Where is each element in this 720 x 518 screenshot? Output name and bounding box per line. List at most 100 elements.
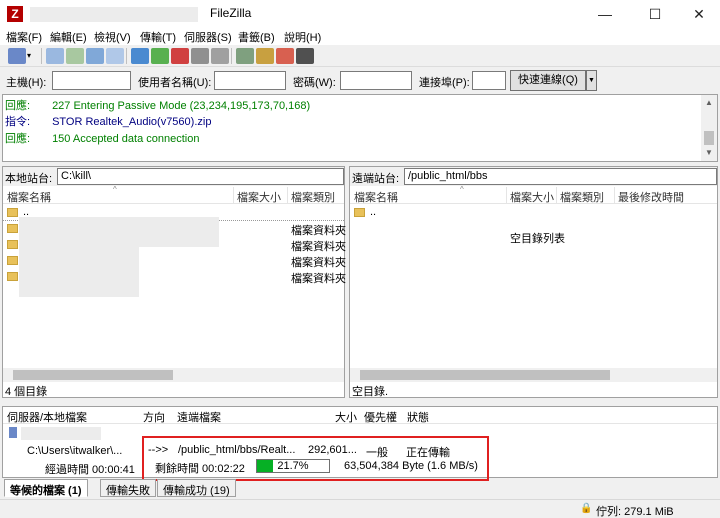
host-input[interactable] [52, 71, 131, 90]
menu-bookmarks[interactable]: 書籤(B) [238, 29, 275, 45]
redacted-names [19, 217, 219, 247]
local-site-bar: 本地站台: C:\kill\ [3, 167, 344, 186]
queue-col-priority[interactable]: 優先權 [364, 409, 397, 425]
parent-dir: .. [370, 206, 377, 218]
remote-hscroll-thumb[interactable] [360, 370, 610, 380]
log-line: 回應: 150 Accepted data connection [5, 130, 199, 145]
queue-col-server[interactable]: 伺服器/本地檔案 [7, 409, 87, 425]
scroll-up-icon[interactable]: ▲ [701, 95, 717, 111]
queue-col-direction[interactable]: 方向 [143, 409, 165, 425]
log-type: 回應: [5, 133, 31, 145]
server-icon [9, 427, 17, 438]
toggle-queue-icon[interactable] [106, 48, 124, 64]
log-message: STOR Realtek_Audio(v7560).zip [52, 116, 212, 128]
sort-caret-icon: ^ [113, 185, 117, 194]
local-path-input[interactable]: C:\kill\ [57, 168, 344, 185]
minimize-button[interactable]: — [582, 0, 628, 28]
disconnect-icon[interactable] [191, 48, 209, 64]
quickconnect-dropdown-icon[interactable]: ▼ [586, 70, 597, 91]
log-line: 回應: 227 Entering Passive Mode (23,234,19… [5, 97, 310, 112]
local-col-size[interactable]: 檔案大小 [237, 189, 281, 205]
remote-pane: 遠端站台: /public_html/bbs 檔案名稱 ^ 檔案大小 檔案類別 … [349, 166, 718, 398]
port-label: 連接埠(P): [419, 77, 470, 89]
queue-priority: 一般 [366, 447, 388, 459]
empty-list-message: 空目錄列表 [510, 233, 565, 245]
remote-hscrollbar[interactable] [350, 368, 717, 382]
queue-direction: -->> [148, 444, 169, 456]
local-pane: 本地站台: C:\kill\ 檔案名稱 ^ 檔案大小 檔案類別 .. 檔案資料夾… [2, 166, 346, 398]
password-input[interactable] [340, 71, 412, 90]
redacted-server [21, 427, 101, 440]
port-input[interactable] [472, 71, 506, 90]
folder-icon [7, 240, 18, 249]
reconnect-icon[interactable] [211, 48, 229, 64]
tab-failed-transfers[interactable]: 傳輸失敗 [100, 479, 156, 497]
message-log: 回應: 227 Entering Passive Mode (23,234,19… [2, 94, 718, 162]
queue-size-status: 佇列: 279.1 MiB [596, 506, 674, 518]
directory-comparison-icon[interactable] [236, 48, 254, 64]
toggle-log-icon[interactable] [46, 48, 64, 64]
remote-col-modified[interactable]: 最後修改時間 [618, 189, 684, 205]
refresh-icon[interactable] [131, 48, 149, 64]
lock-icon: 🔒 [580, 503, 593, 514]
log-type: 回應: [5, 100, 31, 112]
username-input[interactable] [214, 71, 286, 90]
remote-col-type[interactable]: 檔案類別 [560, 189, 604, 205]
filter-icon[interactable] [276, 48, 294, 64]
log-scrollbar[interactable]: ▲ ▼ [701, 95, 717, 161]
password-label: 密碼(W): [293, 77, 336, 89]
local-status: 4 個目錄 [5, 386, 48, 398]
menu-transfer[interactable]: 傳輸(T) [140, 29, 176, 45]
process-queue-icon[interactable] [151, 48, 169, 64]
list-item[interactable]: .. [350, 205, 717, 221]
local-site-label: 本地站台: [5, 173, 53, 185]
site-manager-icon[interactable] [8, 48, 26, 64]
toggle-remote-tree-icon[interactable] [86, 48, 104, 64]
redacted-names [19, 247, 139, 297]
remote-col-size[interactable]: 檔案大小 [510, 189, 554, 205]
queue-col-status[interactable]: 狀態 [407, 409, 429, 425]
close-button[interactable]: ✕ [676, 0, 720, 28]
queue-col-size[interactable]: 大小 [335, 409, 357, 425]
log-type: 指令: [5, 116, 31, 128]
title-bar: Z FileZilla — ☐ ✕ [0, 0, 720, 28]
remote-status: 空目錄. [352, 386, 389, 398]
tab-successful-transfers[interactable]: 傳輸成功 (19) [157, 479, 236, 497]
site-manager-dropdown-icon[interactable]: ▾ [27, 48, 37, 64]
queue-bytes: 63,504,384 Byte (1.6 MB/s) [344, 460, 478, 472]
window-title: FileZilla [210, 6, 252, 20]
local-hscrollbar[interactable] [3, 368, 344, 382]
queue-size: 292,601... [308, 444, 357, 456]
log-scroll-thumb[interactable] [704, 131, 714, 145]
queue-status: 正在傳輸 [406, 447, 450, 459]
quickconnect-button[interactable]: 快速連線(Q) [510, 70, 586, 91]
log-message: 227 Entering Passive Mode (23,234,195,17… [52, 100, 311, 112]
maximize-button[interactable]: ☐ [632, 0, 678, 28]
folder-icon [7, 256, 18, 265]
remote-column-header: 檔案名稱 ^ 檔案大小 檔案類別 最後修改時間 [350, 185, 717, 205]
cancel-operation-icon[interactable] [171, 48, 189, 64]
menu-file[interactable]: 檔案(F) [6, 29, 42, 45]
search-icon[interactable] [296, 48, 314, 64]
menu-view[interactable]: 檢視(V) [94, 29, 131, 45]
transfer-progress-bar: 21.7% [256, 459, 330, 473]
local-hscroll-thumb[interactable] [13, 370, 173, 380]
remote-path-input[interactable]: /public_html/bbs [404, 168, 717, 185]
scroll-down-icon[interactable]: ▼ [701, 145, 717, 161]
file-type: 檔案資料夾 [291, 241, 346, 253]
menu-server[interactable]: 伺服器(S) [184, 29, 232, 45]
folder-icon [7, 224, 18, 233]
title-redacted [30, 7, 198, 22]
log-message: 150 Accepted data connection [52, 133, 200, 145]
local-col-name[interactable]: 檔案名稱 [7, 189, 51, 205]
tab-queued-files[interactable]: 等候的檔案 (1) [4, 479, 88, 497]
file-type: 檔案資料夾 [291, 257, 346, 269]
queue-col-remote[interactable]: 遠端檔案 [177, 409, 221, 425]
remote-col-name[interactable]: 檔案名稱 [354, 189, 398, 205]
toggle-local-tree-icon[interactable] [66, 48, 84, 64]
synchronized-browsing-icon[interactable] [256, 48, 274, 64]
menu-edit[interactable]: 編輯(E) [50, 29, 87, 45]
local-col-type[interactable]: 檔案類別 [291, 189, 335, 205]
file-type: 檔案資料夾 [291, 225, 346, 237]
menu-help[interactable]: 說明(H) [284, 29, 321, 45]
